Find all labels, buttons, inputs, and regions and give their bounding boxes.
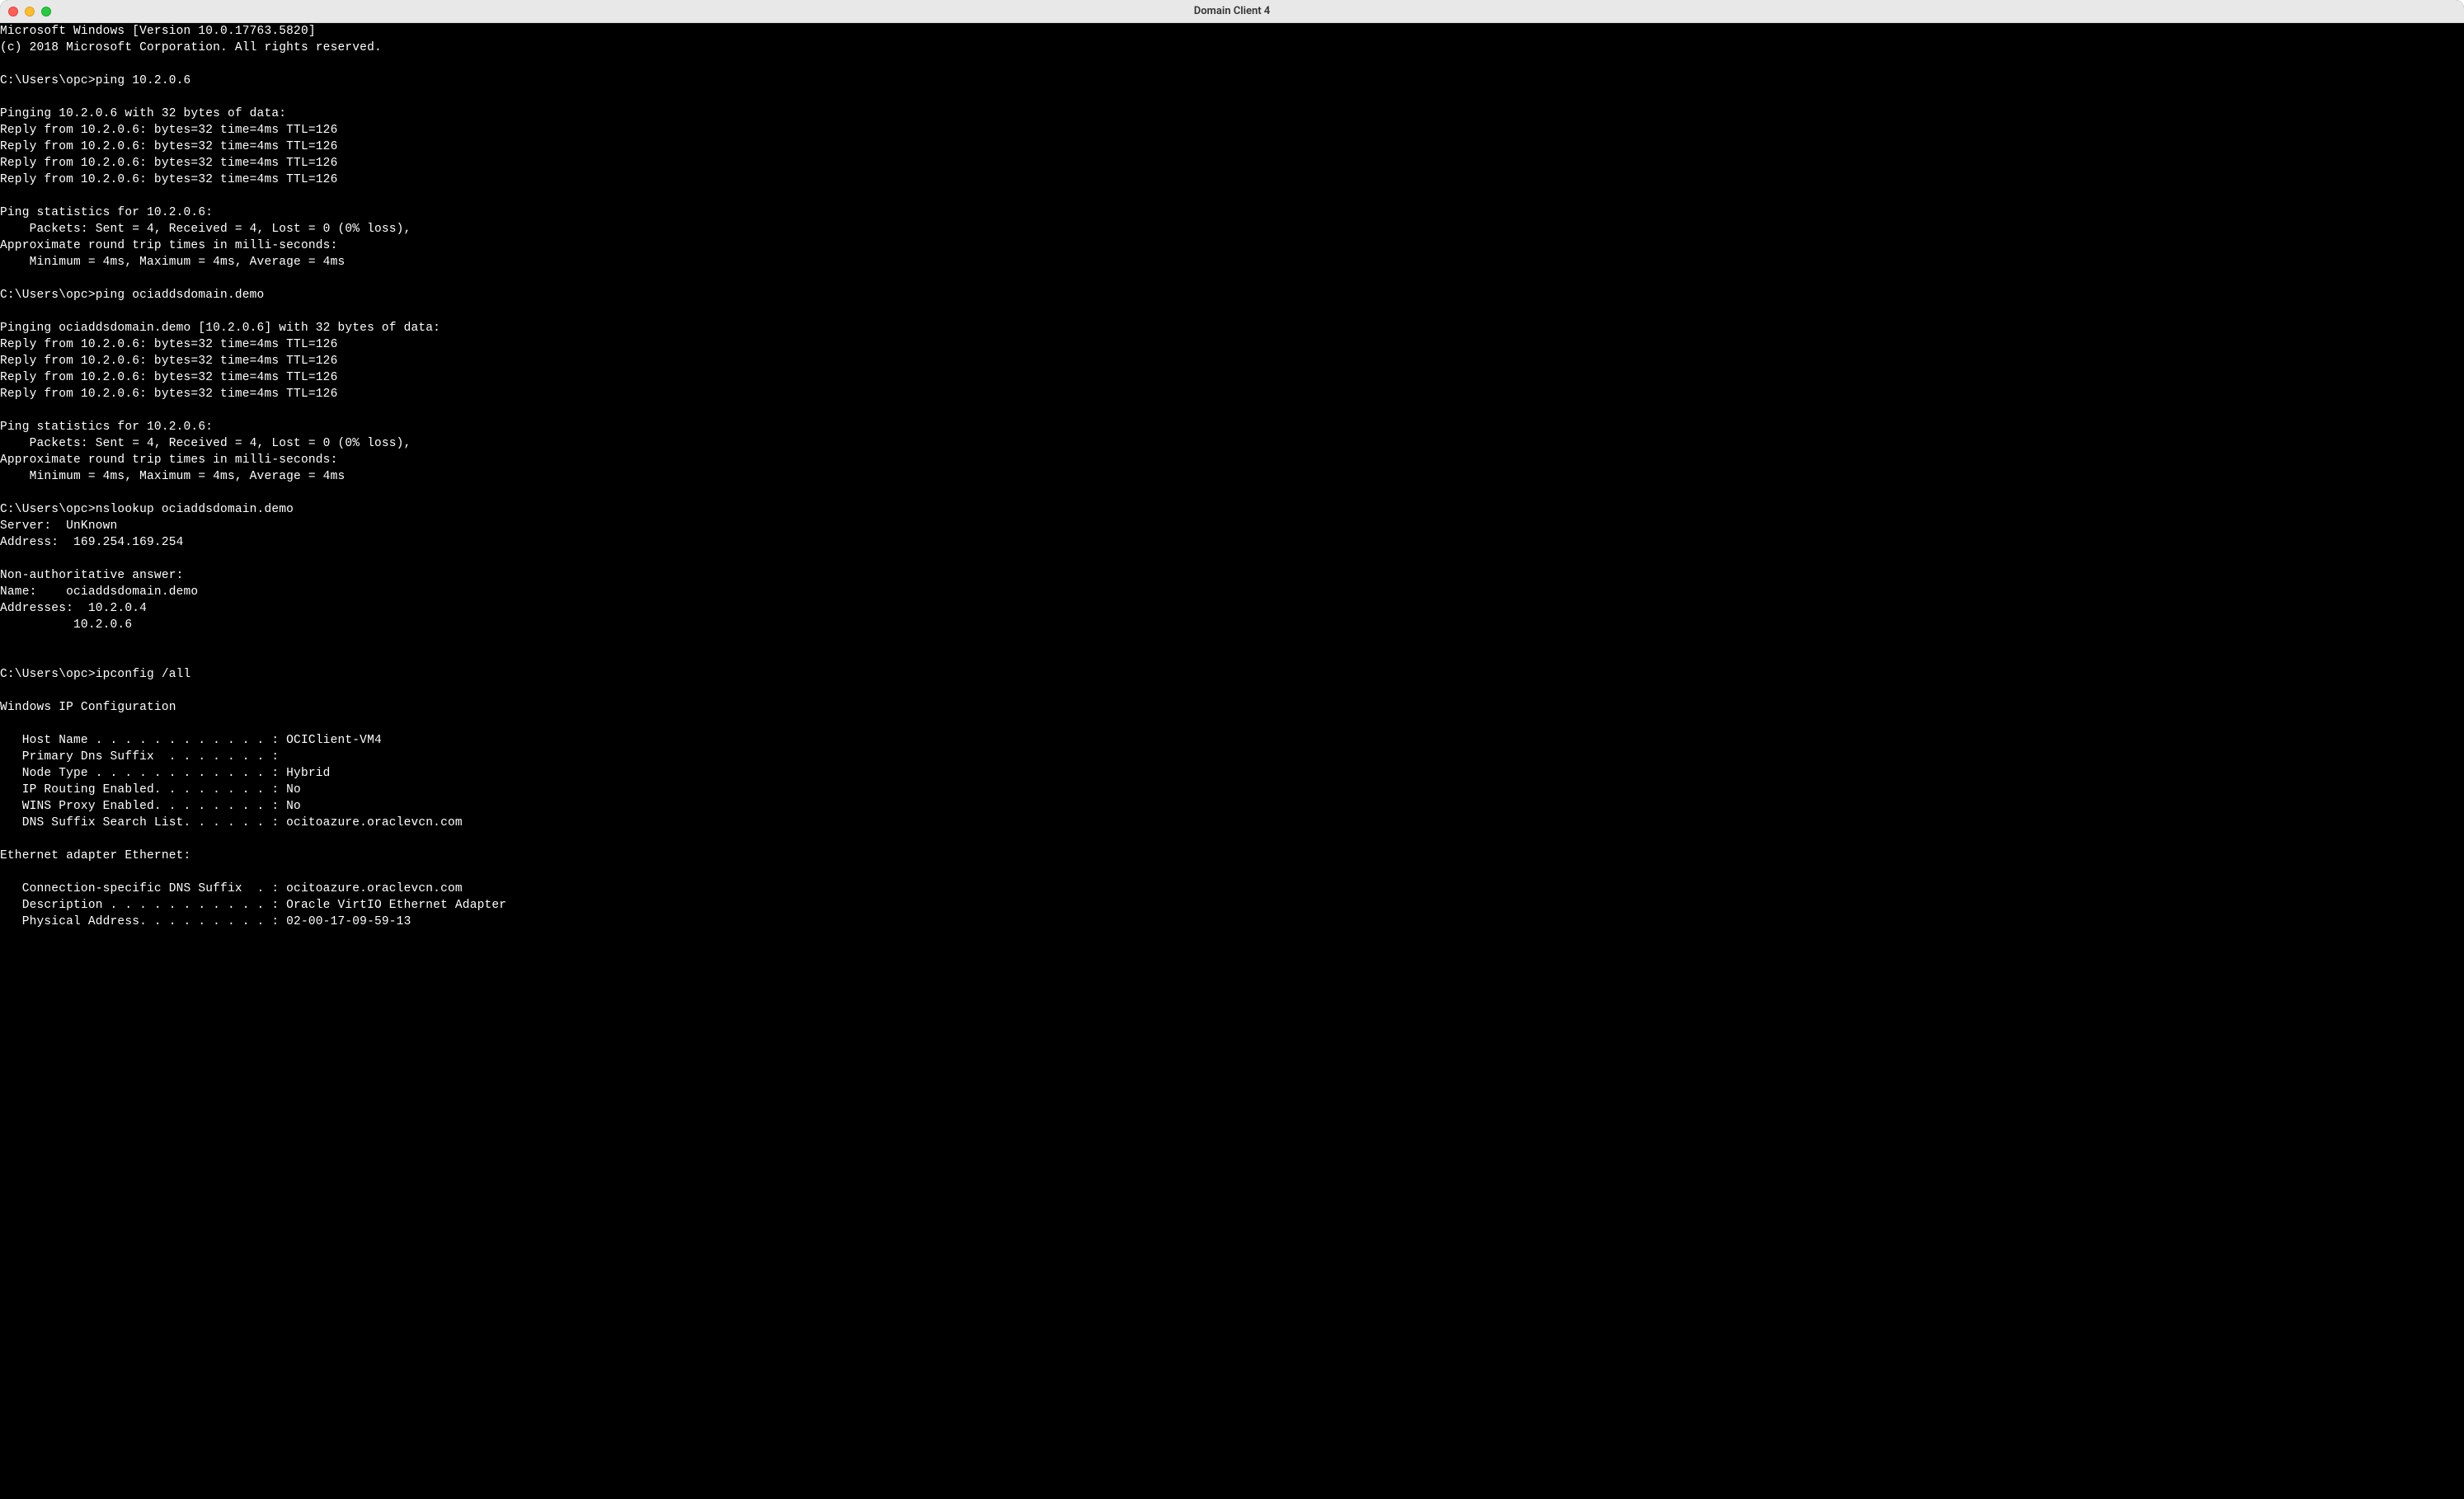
close-icon[interactable] [8, 7, 18, 16]
window-title: Domain Client 4 [0, 5, 2464, 17]
minimize-icon[interactable] [25, 7, 35, 16]
traffic-lights [8, 7, 51, 16]
titlebar[interactable]: Domain Client 4 [0, 0, 2464, 23]
terminal-output[interactable]: Microsoft Windows [Version 10.0.17763.58… [0, 23, 2464, 1499]
app-window: Domain Client 4 Microsoft Windows [Versi… [0, 0, 2464, 1499]
maximize-icon[interactable] [41, 7, 51, 16]
